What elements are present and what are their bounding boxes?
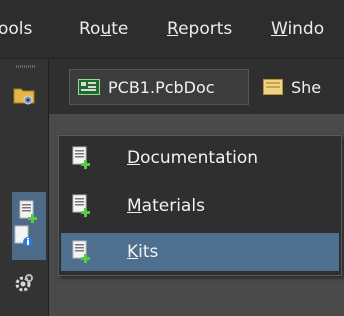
toolbar-settings-button[interactable] (6, 265, 42, 301)
menu-window[interactable]: Windo (271, 19, 324, 39)
gear-icon (14, 273, 34, 293)
folder-gear-icon (12, 83, 36, 107)
menu-item-documentation-label: Documentation (127, 148, 259, 168)
tab-sheet-label: She (291, 77, 322, 97)
document-add-icon (71, 194, 93, 218)
menu-item-kits[interactable]: Kits (61, 233, 339, 271)
document-tab-strip: PCB1.PcbDoc She (49, 59, 344, 114)
tab-pcb1[interactable]: PCB1.PcbDoc (69, 69, 249, 105)
tab-sheet[interactable]: She (255, 69, 344, 105)
menu-item-materials[interactable]: Materials (61, 187, 339, 225)
menu-route[interactable]: Route (79, 19, 128, 39)
menu-reports[interactable]: Reports (167, 19, 232, 39)
pcb-document-icon (78, 79, 100, 95)
document-add-icon (71, 146, 93, 170)
tab-pcb1-label: PCB1.PcbDoc (108, 77, 215, 97)
document-add-icon (71, 240, 93, 264)
toolbar-project-button[interactable] (6, 77, 42, 113)
document-info-icon (13, 225, 35, 249)
toolbar-grip[interactable] (16, 65, 36, 68)
add-document-submenu: Documentation Materials Kits (58, 135, 342, 276)
menu-item-kits-label: Kits (127, 242, 159, 262)
menu-item-materials-label: Materials (127, 196, 205, 216)
schematic-sheet-icon (263, 79, 283, 95)
toolbar-info-button[interactable] (6, 219, 42, 255)
menu-item-documentation[interactable]: Documentation (61, 139, 339, 177)
menu-tools[interactable]: ools (0, 19, 32, 39)
menu-bar: ools Route Reports Windo (0, 0, 344, 59)
left-toolbar (0, 59, 49, 316)
